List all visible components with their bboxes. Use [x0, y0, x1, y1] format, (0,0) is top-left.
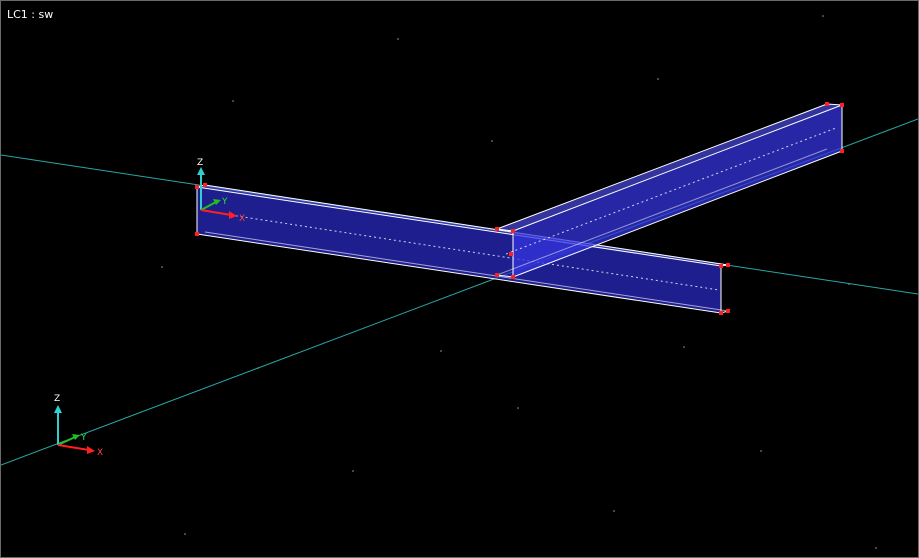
global-axis-z-label: Z: [54, 394, 60, 404]
global-axis-x-label: X: [97, 448, 103, 458]
local-axis-z-label: Z: [197, 158, 203, 168]
local-axis-y-label: Y: [221, 197, 228, 207]
model-scene[interactable]: Z Y X Z Y X: [1, 1, 918, 557]
model-viewport[interactable]: LC1 : sw Z Y X Z Y X: [0, 0, 919, 558]
beam-member-2[interactable]: [496, 103, 843, 278]
global-axis-y-label: Y: [80, 433, 87, 443]
global-axis-triad-icon: Z Y X: [54, 394, 103, 458]
local-axis-x-label: X: [239, 214, 245, 224]
